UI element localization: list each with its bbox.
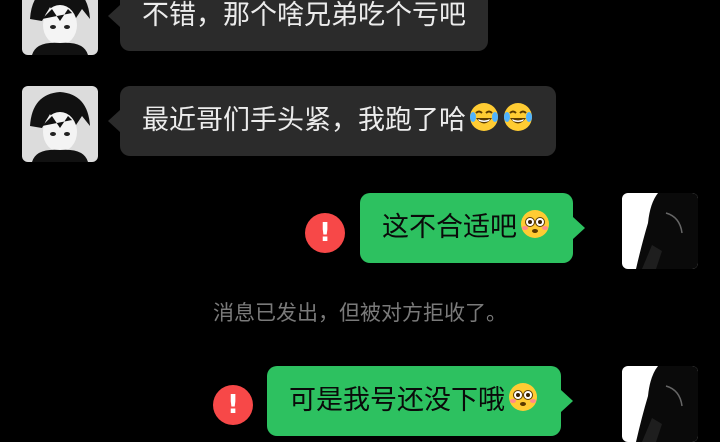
tears-of-joy-emoji	[502, 101, 534, 133]
flushed-face-emoji	[519, 208, 551, 240]
flushed-face-emoji	[507, 381, 539, 413]
tears-of-joy-emoji	[468, 101, 500, 133]
message-bubble[interactable]: 不错，那个啥兄弟吃个亏吧	[108, 0, 488, 51]
contact-avatar[interactable]	[22, 86, 98, 162]
user-avatar[interactable]	[622, 193, 698, 269]
send-failed-alert-icon[interactable]: !	[305, 213, 345, 253]
message-text: 不错，那个啥兄弟吃个亏吧	[142, 0, 466, 31]
user-avatar[interactable]	[622, 366, 698, 442]
message-bubble[interactable]: 这不合适吧	[360, 193, 585, 263]
message-bubble[interactable]: 最近哥们手头紧，我跑了哈	[108, 86, 556, 156]
message-text: 最近哥们手头紧，我跑了哈	[142, 105, 466, 136]
message-text: 这不合适吧	[382, 212, 517, 243]
contact-avatar[interactable]	[22, 0, 98, 55]
send-failed-alert-icon[interactable]: !	[213, 385, 253, 425]
message-text: 可是我号还没下哦	[289, 385, 505, 416]
message-bubble[interactable]: 可是我号还没下哦	[267, 366, 573, 436]
system-notice: 消息已发出，但被对方拒收了。	[213, 301, 507, 325]
